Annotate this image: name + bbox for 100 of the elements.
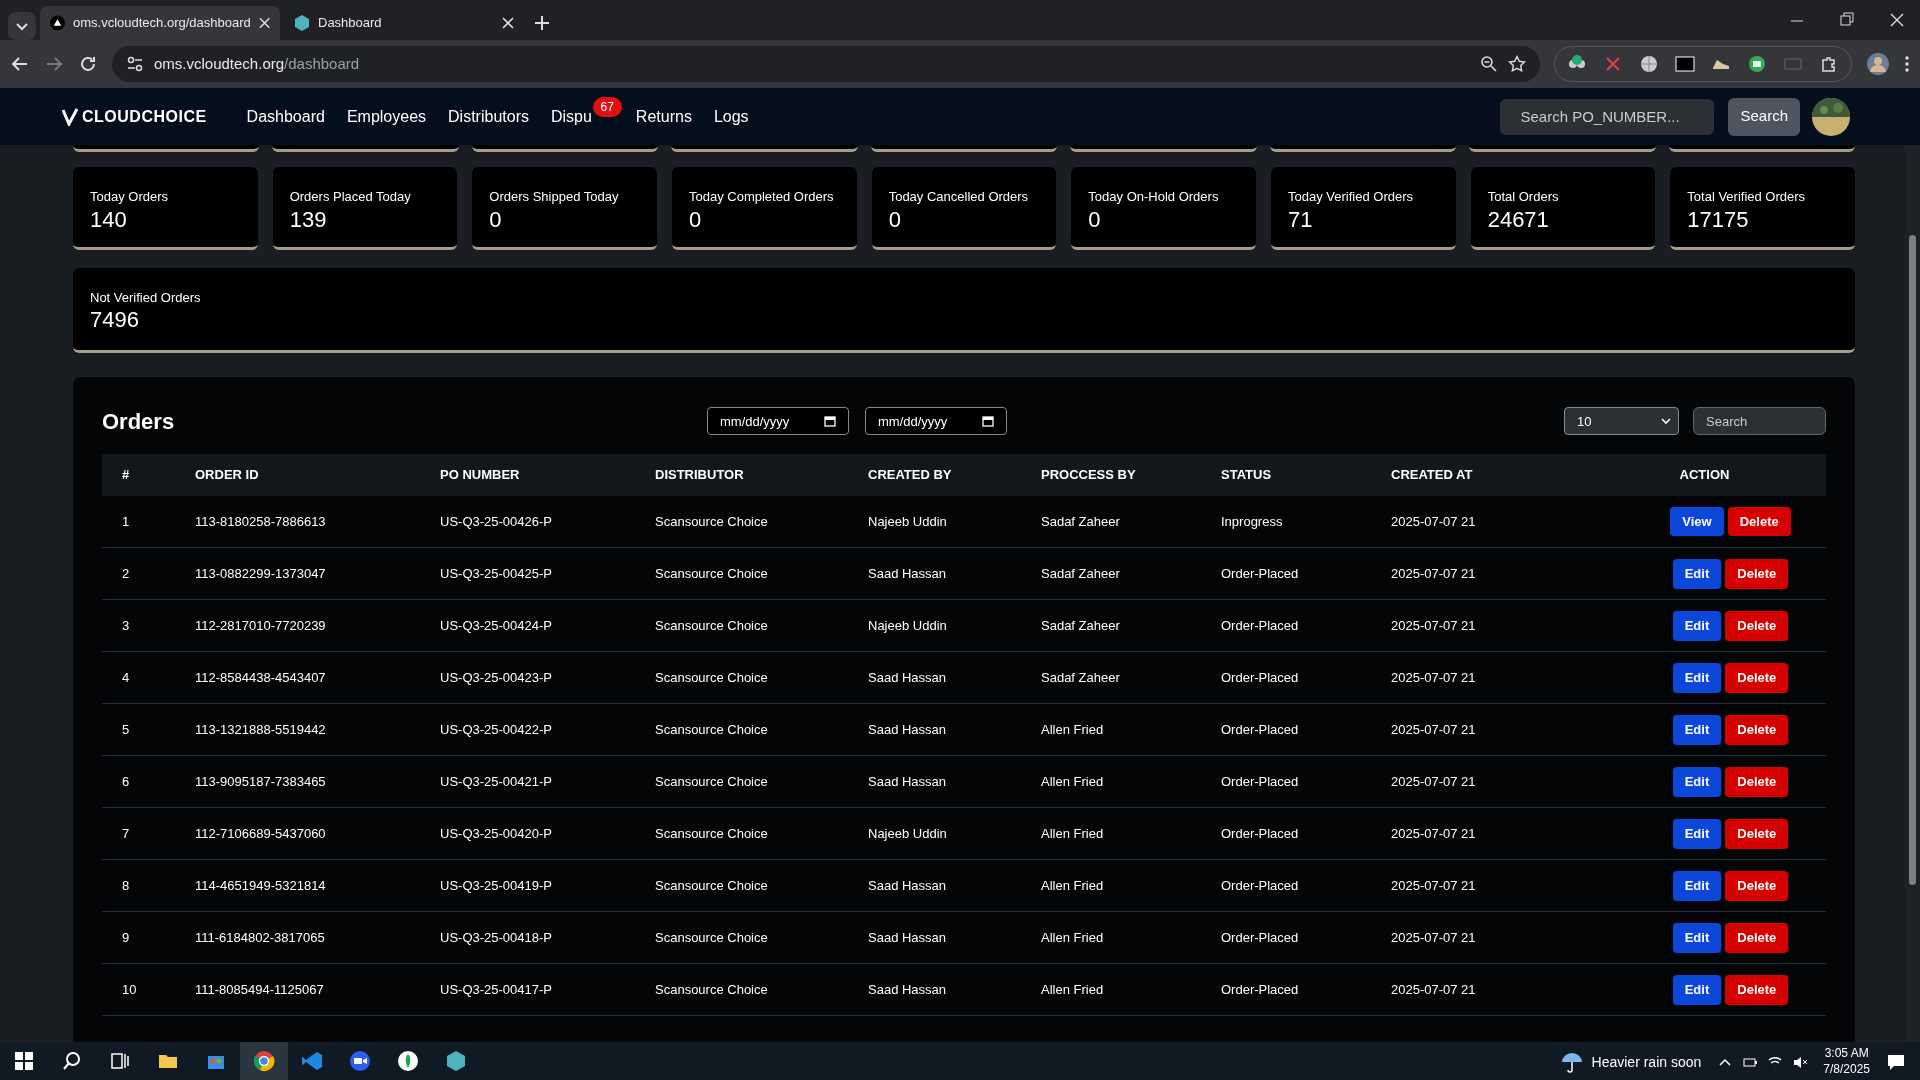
- table-cell: Najeeb Uddin: [860, 495, 1033, 548]
- reload-icon[interactable]: [78, 54, 98, 74]
- avatar-icon[interactable]: [1866, 52, 1890, 76]
- edit-button[interactable]: Edit: [1672, 923, 1722, 953]
- stat-label: Today Completed Orders: [689, 188, 835, 206]
- search-field[interactable]: Search PO_NUMBER...: [1500, 98, 1715, 135]
- table-cell: Order-Placed: [1213, 963, 1383, 1016]
- table-cell: Order-Placed: [1213, 703, 1383, 756]
- delete-button[interactable]: Delete: [1725, 559, 1789, 589]
- edit-button[interactable]: Edit: [1672, 767, 1722, 797]
- edit-button[interactable]: Edit: [1672, 559, 1722, 589]
- start-icon[interactable]: [15, 1052, 33, 1070]
- chrome-icon[interactable]: [253, 1050, 275, 1072]
- nav-link[interactable]: Distributors: [448, 104, 529, 129]
- browser-tab[interactable]: oms.vcloudtech.org/dashboard: [40, 6, 280, 40]
- table-cell: 4: [102, 651, 187, 704]
- speaker-icon[interactable]: [1792, 1054, 1809, 1070]
- search-button[interactable]: Search: [1728, 97, 1800, 136]
- table-cell: Scansource Choice: [647, 911, 860, 964]
- table-cell: Allen Fried: [1033, 807, 1213, 860]
- calendar-icon: [982, 415, 994, 428]
- table-cell: Order-Placed: [1213, 651, 1383, 704]
- stat-value: 0: [689, 206, 703, 233]
- stat-value: 0: [489, 206, 503, 233]
- task-view-icon[interactable]: [110, 1051, 130, 1071]
- table-cell: 2: [102, 547, 187, 600]
- star-icon[interactable]: [1508, 55, 1526, 73]
- delete-button[interactable]: Delete: [1725, 663, 1789, 693]
- delete-button[interactable]: Delete: [1725, 767, 1789, 797]
- globe-icon[interactable]: [1639, 54, 1659, 74]
- table-cell: 113-1321888-5519442: [187, 703, 432, 756]
- stat-label: Today Verified Orders: [1288, 188, 1414, 206]
- delete-button[interactable]: Delete: [1725, 975, 1789, 1005]
- more-icon[interactable]: [1904, 54, 1910, 74]
- table-cell: Scansource Choice: [647, 495, 860, 548]
- table-cell: Order-Placed: [1213, 599, 1383, 652]
- table-cell: US-Q3-25-00425-P: [432, 547, 647, 600]
- table-cell: Saad Hassan: [860, 911, 1033, 964]
- close-icon[interactable]: [258, 17, 270, 29]
- edit-button[interactable]: Edit: [1672, 871, 1722, 901]
- view-button[interactable]: View: [1670, 506, 1724, 537]
- edit-button[interactable]: Edit: [1672, 663, 1722, 693]
- scrollbar[interactable]: [1905, 145, 1920, 1042]
- browser-tab[interactable]: Dashboard: [284, 6, 524, 40]
- leaf-icon[interactable]: [397, 1050, 419, 1072]
- table-cell: Scansource Choice: [647, 547, 860, 600]
- date-field[interactable]: mm/dd/yyyy: [707, 407, 849, 436]
- table-cell: 3: [102, 599, 187, 652]
- table-cell: Order-Placed: [1213, 755, 1383, 808]
- table-cell: Scansource Choice: [647, 703, 860, 756]
- column-header: DISTRIBUTOR: [647, 453, 860, 496]
- stat-value: 0: [1088, 206, 1102, 233]
- date-field[interactable]: mm/dd/yyyy: [865, 407, 1007, 436]
- hexagon-icon[interactable]: [445, 1050, 467, 1072]
- table-cell: Scansource Choice: [647, 963, 860, 1016]
- edit-button[interactable]: Edit: [1672, 975, 1722, 1005]
- stat-value: 0: [888, 206, 902, 233]
- nav-link[interactable]: Employees: [346, 104, 427, 129]
- table-cell: 10: [102, 963, 187, 1016]
- edit-button[interactable]: Edit: [1672, 611, 1722, 641]
- logo-icon: [62, 107, 78, 126]
- weather-text: Heavier rain soon: [1591, 1052, 1702, 1072]
- zoom-icon[interactable]: [1480, 55, 1498, 73]
- video-icon[interactable]: [349, 1050, 371, 1072]
- table-cell: US-Q3-25-00422-P: [432, 703, 647, 756]
- table-cell: 2025-07-07 21: [1383, 807, 1583, 860]
- stat-value: 24671: [1487, 206, 1550, 233]
- table-cell: 112-8584438-4543407: [187, 651, 432, 704]
- edit-button[interactable]: Edit: [1672, 819, 1722, 849]
- delete-button[interactable]: Delete: [1725, 611, 1789, 641]
- table-cell: Scansource Choice: [647, 807, 860, 860]
- notification-icon[interactable]: [1886, 1052, 1906, 1072]
- delete-button[interactable]: Delete: [1725, 923, 1789, 953]
- nav-link[interactable]: Dashboard: [246, 104, 325, 129]
- table-cell: 8: [102, 859, 187, 912]
- delete-button[interactable]: Delete: [1725, 819, 1789, 849]
- dropdown-icon[interactable]: [8, 12, 36, 40]
- table-cell: 111-6184802-3817065: [187, 911, 432, 964]
- delete-button[interactable]: Delete: [1725, 871, 1789, 901]
- delete-button[interactable]: Delete: [1725, 715, 1789, 745]
- edit-button[interactable]: Edit: [1672, 715, 1722, 745]
- table-cell: Scansource Choice: [647, 651, 860, 704]
- close-icon[interactable]: [502, 17, 514, 29]
- table-cell: Saad Hassan: [860, 963, 1033, 1016]
- table-cell: Order-Placed: [1213, 859, 1383, 912]
- stat-value: 139: [289, 206, 328, 233]
- nav-link[interactable]: Returns: [635, 104, 692, 129]
- profile-avatar[interactable]: [1812, 97, 1850, 136]
- search-field[interactable]: Search: [1693, 407, 1826, 436]
- nav-link[interactable]: Logs: [713, 104, 749, 129]
- site-settings-icon[interactable]: [126, 55, 144, 73]
- table-cell: Order-Placed: [1213, 911, 1383, 964]
- search-icon[interactable]: [62, 1051, 82, 1071]
- delete-button[interactable]: Delete: [1727, 506, 1791, 537]
- page-size-select[interactable]: 10: [1564, 407, 1679, 436]
- address-bar[interactable]: oms.vcloudtech.org/dashboard: [112, 46, 1540, 82]
- column-header: ORDER ID: [187, 453, 432, 496]
- table-cell: 114-4651949-5321814: [187, 859, 432, 912]
- calendar-icon: [824, 415, 836, 428]
- column-header: CREATED BY: [860, 453, 1033, 496]
